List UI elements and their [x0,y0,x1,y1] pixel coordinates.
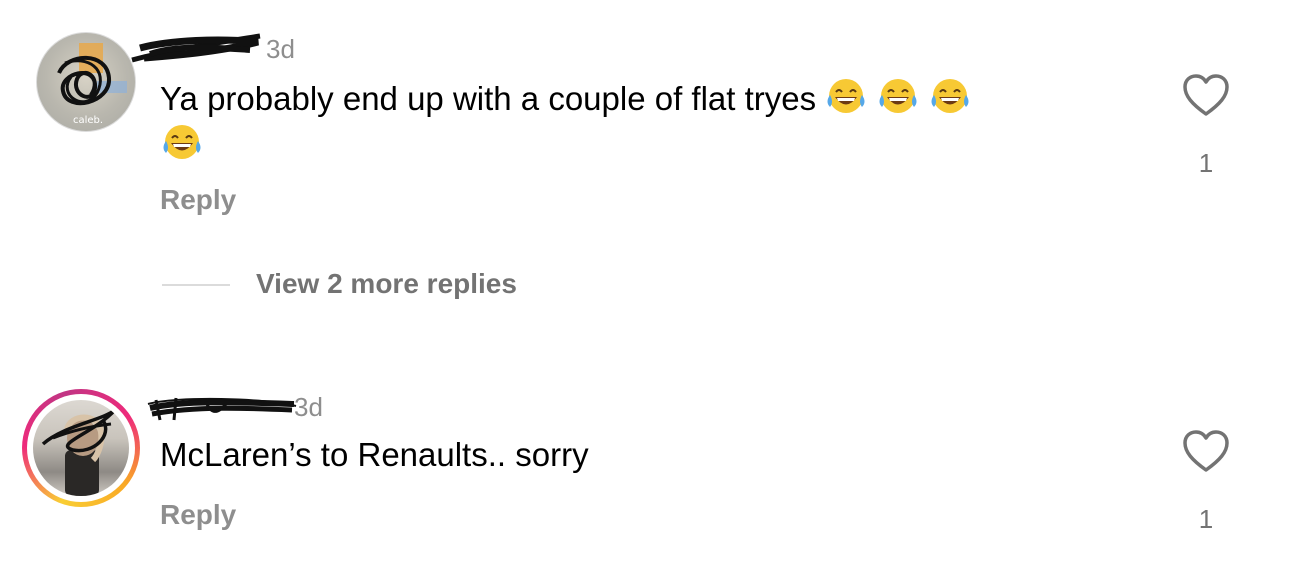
avatar[interactable] [33,400,129,496]
svg-text:caleb.: caleb. [73,115,103,126]
tears-of-joy-emoji-icon [827,79,865,113]
comment-body: McLaren’s to Renaults.. sorry [160,436,589,473]
heart-outline-icon[interactable] [1182,74,1230,118]
comment-text: Ya probably end up with a couple of flat… [160,76,1090,168]
comment-item: caleb. 3d Ya probably end up with a coup… [0,0,1290,330]
comment-timestamp: 3d [266,34,295,64]
like-count: 1 [1198,148,1214,178]
avatar[interactable]: caleb. [36,32,136,132]
avatar-image [41,408,117,496]
avatar-image: caleb. [57,43,127,126]
like-count: 1 [1198,504,1214,534]
view-more-replies-button[interactable]: View 2 more replies [256,268,517,300]
reply-button[interactable]: Reply [160,184,236,216]
username-redacted[interactable] [146,392,298,428]
comment-timestamp: 3d [294,392,323,422]
tears-of-joy-emoji-icon [163,125,201,159]
tears-of-joy-emoji-icon [879,79,917,113]
heart-outline-icon[interactable] [1182,430,1230,474]
tears-of-joy-emoji-icon [931,79,969,113]
comment-text: McLaren’s to Renaults.. sorry [160,432,1090,478]
comment-body: Ya probably end up with a couple of flat… [160,80,817,117]
username-redacted[interactable] [130,30,270,70]
reply-button[interactable]: Reply [160,499,236,531]
replies-divider [162,284,230,286]
